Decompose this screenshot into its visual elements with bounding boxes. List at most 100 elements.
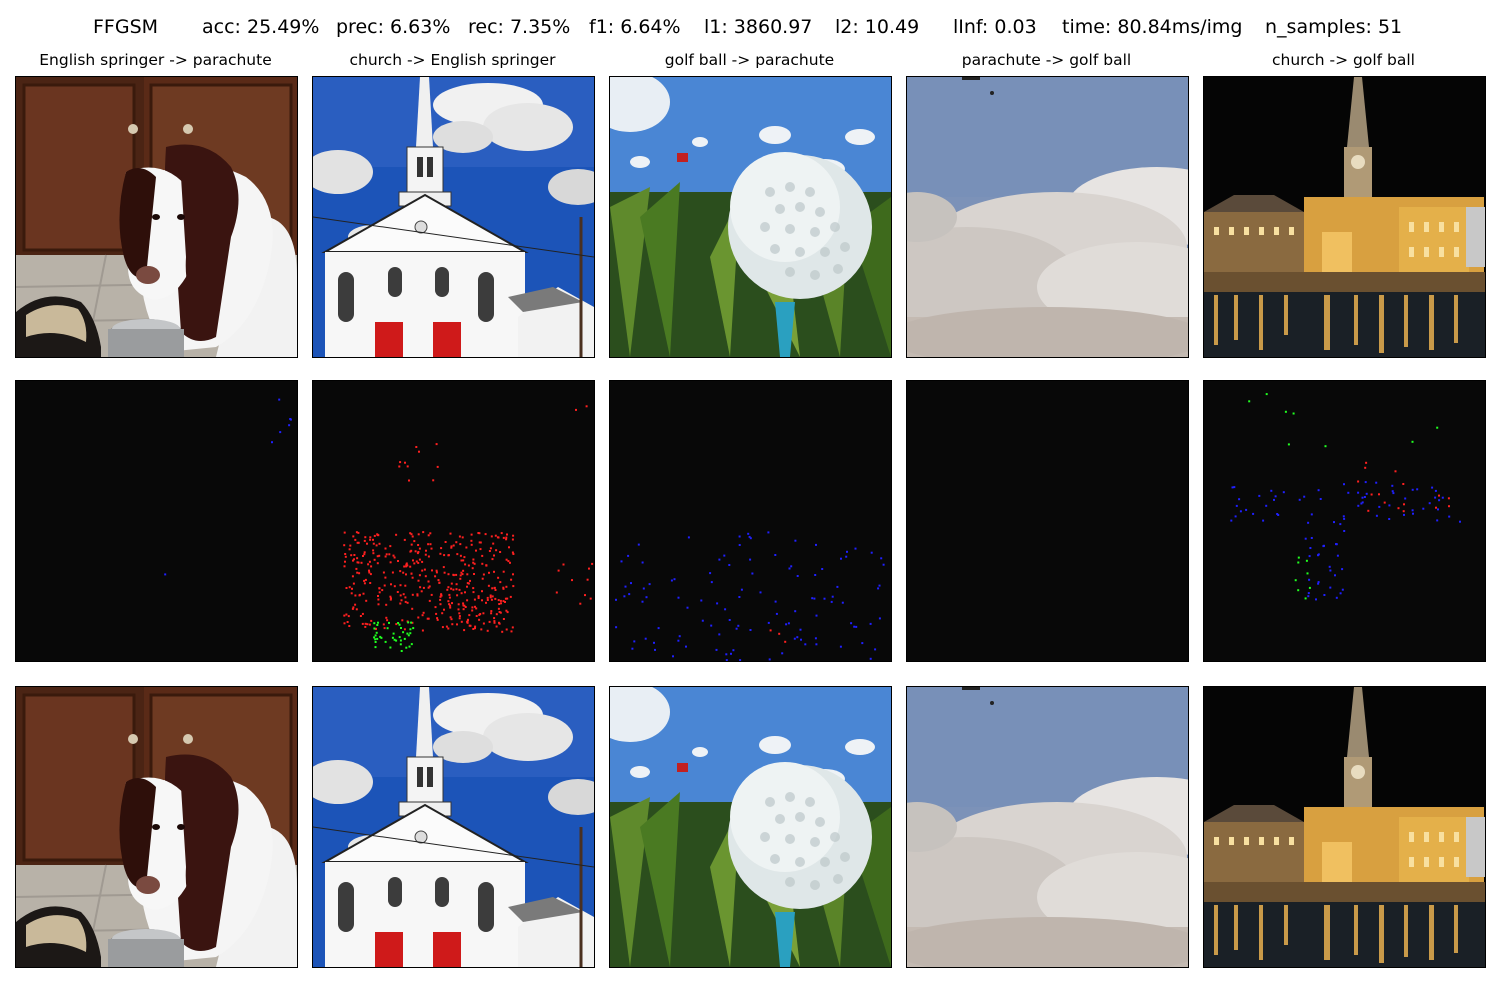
noise-speck: [460, 592, 463, 595]
noise-speck: [882, 563, 885, 566]
noise-speck: [1402, 510, 1405, 513]
noise-speck: [788, 567, 791, 570]
noise-speck: [451, 602, 453, 605]
noise-speck: [429, 543, 432, 546]
noise-speck: [830, 600, 833, 603]
noise-speck: [1262, 519, 1265, 522]
noise-speck: [375, 544, 378, 547]
noise-speck: [458, 612, 461, 615]
noise-speck: [376, 562, 379, 565]
noise-speck: [506, 597, 509, 600]
noise-speck: [439, 552, 442, 555]
metric-linf: lInf: 0.03: [953, 16, 1037, 38]
noise-speck: [279, 431, 282, 434]
noise-speck: [495, 549, 498, 552]
noise-speck: [508, 546, 510, 549]
noise-speck: [431, 569, 433, 572]
noise-speck: [427, 580, 430, 583]
noise-speck: [491, 595, 494, 598]
noise-speck: [472, 628, 475, 630]
metric-n-samples: n_samples: 51: [1265, 16, 1403, 38]
noise-speck: [462, 569, 465, 572]
noise-speck: [1361, 496, 1364, 499]
noise-speck: [350, 592, 353, 595]
noise-speck: [794, 610, 797, 613]
noise-speck: [378, 587, 381, 590]
noise-speck: [472, 558, 475, 561]
noise-speck: [1438, 494, 1440, 497]
noise-speck: [406, 601, 409, 604]
noise-speck: [439, 603, 442, 606]
noise-speck: [488, 571, 490, 574]
noise-speck: [385, 553, 388, 556]
noise-speck: [354, 538, 357, 541]
noise-speck: [384, 555, 387, 558]
noise-speck: [354, 594, 357, 597]
noise-speck: [403, 637, 406, 640]
noise-speck: [455, 583, 458, 586]
noise-speck: [1308, 578, 1311, 581]
noise-speck: [477, 597, 480, 599]
noise-speck: [787, 622, 790, 625]
noise-speck: [361, 612, 364, 615]
noise-speck: [412, 627, 415, 630]
noise-speck: [502, 618, 505, 620]
noise-speck: [430, 593, 433, 596]
noise-speck: [488, 550, 491, 552]
noise-speck: [352, 535, 355, 538]
noise-speck: [477, 532, 480, 534]
noise-speck: [479, 548, 482, 551]
noise-speck: [362, 592, 365, 595]
noise-speck: [391, 571, 394, 574]
noise-speck: [1367, 509, 1370, 512]
noise-speck: [447, 627, 450, 630]
noise-speck: [449, 532, 452, 535]
noise-speck: [452, 544, 455, 547]
noise-speck: [410, 643, 413, 646]
noise-speck: [555, 591, 558, 594]
noise-speck: [686, 606, 689, 609]
noise-speck: [1328, 565, 1331, 568]
noise-speck: [396, 591, 399, 593]
noise-speck: [509, 561, 511, 564]
noise-speck: [512, 534, 515, 537]
noise-speck: [1335, 596, 1338, 599]
noise-speck: [1310, 513, 1313, 516]
noise-speck: [424, 553, 427, 556]
noise-speck: [562, 563, 565, 566]
noise-speck: [1339, 523, 1342, 526]
noise-speck: [354, 603, 357, 606]
noise-speck: [432, 479, 435, 482]
noise-speck: [493, 586, 496, 589]
noise-speck: [439, 598, 442, 601]
noise-speck: [377, 621, 379, 624]
noise-speck: [421, 614, 424, 617]
noise-speck: [1365, 492, 1368, 495]
noise-speck: [450, 546, 453, 549]
noise-speck: [774, 554, 777, 556]
noise-speck: [352, 606, 355, 609]
noise-speck: [1447, 497, 1450, 500]
noise-speck: [343, 544, 346, 547]
noise-speck: [854, 547, 857, 550]
noise-speck: [434, 575, 437, 578]
perturbation-map-church: [312, 380, 595, 662]
noise-speck: [399, 594, 402, 597]
noise-speck: [1333, 521, 1335, 524]
noise-speck: [403, 538, 406, 541]
metric-precision: prec: 6.63%: [336, 16, 451, 38]
noise-speck: [469, 579, 471, 582]
noise-speck: [343, 565, 346, 568]
noise-speck: [462, 604, 465, 607]
noise-speck: [358, 594, 361, 597]
noise-speck: [728, 564, 731, 566]
noise-speck: [441, 626, 444, 629]
noise-speck: [411, 535, 414, 538]
noise-speck: [456, 623, 458, 626]
noise-speck: [440, 594, 443, 597]
noise-speck: [505, 585, 508, 588]
noise-speck: [677, 596, 680, 599]
metric-f1: f1: 6.64%: [589, 16, 681, 38]
noise-speck: [466, 621, 469, 624]
noise-speck: [624, 585, 627, 588]
